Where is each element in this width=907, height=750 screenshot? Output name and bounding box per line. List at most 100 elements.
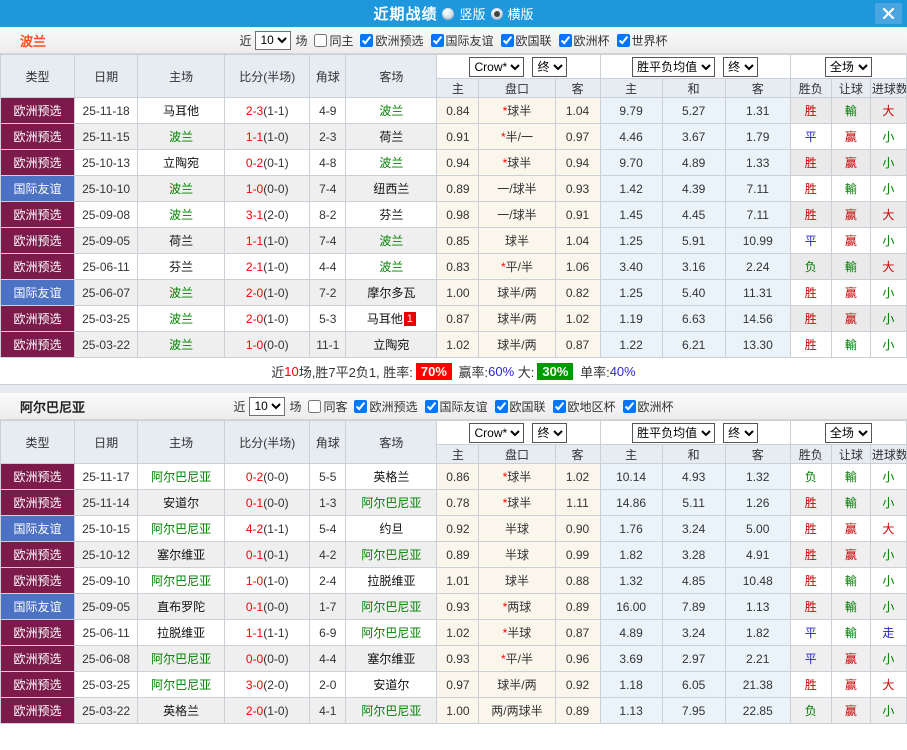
away-team-name: 波兰 <box>379 260 404 274</box>
cell-corners: 4-4 <box>309 253 347 280</box>
cell-corners: 4-4 <box>309 645 347 672</box>
cell-away-odds: 0.97 <box>554 123 601 150</box>
red-card-badge: 1 <box>403 312 416 326</box>
cell-score: 1-0(0-0) <box>224 331 311 358</box>
table-row: 欧洲预选 25-03-22 英格兰 2-0(1-0) 4-1 阿尔巴尼亚 1.00 两/两球半… <box>0 697 907 724</box>
cell-result-handicap: 赢 <box>830 645 871 672</box>
away-team-name: 纽西兰 <box>373 182 410 196</box>
layout-radio-vertical[interactable] <box>442 7 455 20</box>
cell-result-goals: 小 <box>869 489 907 516</box>
competition-checkbox[interactable] <box>430 33 444 47</box>
away-team-name: 塞尔维亚 <box>367 652 416 666</box>
cell-corners: 5-5 <box>309 463 347 490</box>
cell-away-team: 塞尔维亚 <box>345 645 438 672</box>
scope-select[interactable]: 全场 <box>824 56 872 77</box>
cell-handicap: *球半 <box>478 149 556 176</box>
cell-result-handicap: 輸 <box>830 175 871 202</box>
match-count-select[interactable]: 10 <box>249 396 286 416</box>
halftime-score: (0-0) <box>263 495 289 510</box>
cell-avg-draw: 5.91 <box>661 227 726 254</box>
column-header: 客 <box>554 78 601 98</box>
halftime-score: (1-0) <box>263 129 289 144</box>
cell-result-wdl: 胜 <box>789 489 832 516</box>
table-row: 欧洲预选 25-09-08 波兰 3-1(2-0) 8-2 芬兰 0.98 一/球半 0.91 1… <box>0 201 907 228</box>
cell-score: 0-0(0-0) <box>224 645 311 672</box>
layout-radio-horizontal[interactable] <box>490 7 503 20</box>
cell-result-handicap: 赢 <box>830 697 871 724</box>
same-venue-checkbox[interactable] <box>314 33 328 47</box>
cell-result-handicap: 赢 <box>830 515 871 542</box>
competition-checkbox[interactable] <box>494 399 508 413</box>
cell-corners: 7-4 <box>309 227 347 254</box>
cell-competition-type: 欧洲预选 <box>0 149 76 176</box>
avg-type-select[interactable]: 胜平负均值 <box>632 56 716 77</box>
cell-result-handicap: 赢 <box>830 305 871 332</box>
competition-checkbox[interactable] <box>616 33 630 47</box>
away-team-name: 阿尔巴尼亚 <box>361 704 422 718</box>
odds-company-select[interactable]: Crow* <box>469 422 525 443</box>
cell-avg-draw: 5.40 <box>661 279 726 306</box>
cell-score: 1-0(1-0) <box>224 567 311 594</box>
cell-competition-type: 欧洲预选 <box>0 331 76 358</box>
cell-avg-draw: 4.93 <box>661 463 726 490</box>
sections-container: 波兰近 10 场同主 欧洲预选 国际友谊 欧国联 欧洲杯 世界杯 类型 日期 主场 比分(半场) 角球客… <box>0 27 907 724</box>
competition-checkbox[interactable] <box>558 33 572 47</box>
cell-handicap: *球半 <box>478 463 556 490</box>
halftime-score: (1-0) <box>263 285 289 300</box>
halftime-score: (0-1) <box>263 155 289 170</box>
cell-avg-win: 1.19 <box>599 305 663 332</box>
scope-select[interactable]: 全场 <box>824 422 872 443</box>
cell-home-odds: 0.91 <box>436 123 480 150</box>
cell-avg-lose: 11.31 <box>724 279 791 306</box>
cell-score: 3-0(2-0) <box>224 671 311 698</box>
cell-competition-type: 欧洲预选 <box>0 123 76 150</box>
summary-segment: 大: <box>514 364 535 380</box>
cell-score: 2-0(1-0) <box>224 279 311 306</box>
competition-checkbox[interactable] <box>500 33 514 47</box>
odds-stage-select[interactable]: 终 <box>532 56 568 77</box>
match-count-select[interactable]: 10 <box>255 30 292 50</box>
cell-score: 2-0(1-0) <box>224 697 311 724</box>
competition-checkbox[interactable] <box>360 33 374 47</box>
column-header: 胜负 <box>789 444 832 464</box>
cell-home-odds: 0.86 <box>436 463 480 490</box>
cell-date: 25-03-22 <box>74 331 139 358</box>
cell-corners: 2-3 <box>309 123 347 150</box>
cell-avg-win: 1.13 <box>599 697 663 724</box>
summary-segment: 单率: <box>576 364 610 380</box>
cell-avg-win: 1.32 <box>599 567 663 594</box>
cell-result-handicap: 赢 <box>830 279 871 306</box>
cell-result-goals: 小 <box>869 123 907 150</box>
cell-home-team: 马耳他 <box>137 97 226 124</box>
away-team-name: 约旦 <box>379 522 404 536</box>
cell-result-handicap: 輸 <box>830 593 871 620</box>
competition-checkbox[interactable] <box>552 399 566 413</box>
odds-stage-select[interactable]: 终 <box>532 422 568 443</box>
cell-result-goals: 小 <box>869 331 907 358</box>
cell-away-odds: 0.93 <box>554 175 601 202</box>
cell-handicap: 半球 <box>478 541 556 568</box>
cell-result-wdl: 胜 <box>789 515 832 542</box>
competition-checkbox[interactable] <box>622 399 636 413</box>
close-button[interactable] <box>875 3 902 24</box>
cell-away-team: 芬兰 <box>345 201 438 228</box>
cell-avg-win: 4.89 <box>599 619 663 646</box>
cell-home-odds: 0.87 <box>436 305 480 332</box>
avg-type-select[interactable]: 胜平负均值 <box>632 422 716 443</box>
avg-stage-select[interactable]: 终 <box>723 56 759 77</box>
cell-date: 25-09-08 <box>74 201 139 228</box>
odds-company-select[interactable]: Crow* <box>469 56 525 77</box>
cell-score: 0-1(0-1) <box>224 541 311 568</box>
handicap-text: 球半 <box>507 104 532 118</box>
cell-corners: 5-4 <box>309 515 347 542</box>
competition-checkbox[interactable] <box>424 399 438 413</box>
cell-competition-type: 欧洲预选 <box>0 253 76 280</box>
avg-stage-select[interactable]: 终 <box>723 422 759 443</box>
cell-avg-draw: 4.39 <box>661 175 726 202</box>
competition-checkbox[interactable] <box>354 399 368 413</box>
cell-corners: 4-1 <box>309 697 347 724</box>
cell-avg-lose: 2.24 <box>724 253 791 280</box>
same-venue-checkbox[interactable] <box>308 399 322 413</box>
layout-radio-horizontal-label: 横版 <box>507 7 534 22</box>
cell-date: 25-03-25 <box>74 671 139 698</box>
